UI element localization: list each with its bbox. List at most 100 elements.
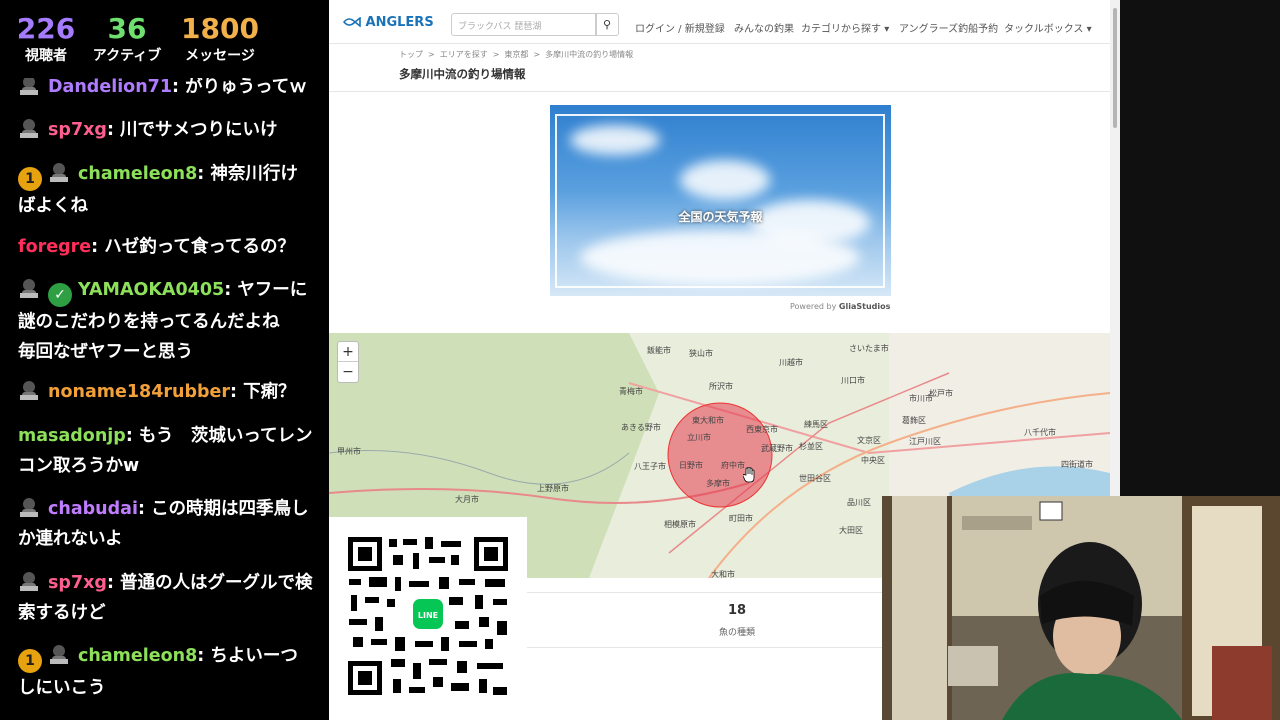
breadcrumb-top[interactable]: トップ <box>399 50 423 59</box>
fish-species-label: 魚の種類 <box>718 628 755 638</box>
zoom-out-button[interactable]: − <box>338 362 358 382</box>
breadcrumb-separator: > <box>428 50 435 59</box>
site-logo[interactable]: ANGLERS <box>342 15 434 30</box>
viewer-count: 226 視聴者 <box>14 12 78 66</box>
chat-text: 川でサメつりにいけ <box>120 120 278 140</box>
active-count-label: アクティブ <box>92 48 162 64</box>
powered-by: Powered by GliaStudios <box>790 302 890 311</box>
chat-message: masadonjp: もう 茨城いってレンコン取ろうかw <box>18 426 313 476</box>
map-label: 狭山市 <box>689 349 713 358</box>
message-count-value: 1800 <box>181 12 259 45</box>
hand-cursor-icon <box>743 467 755 483</box>
nav-tacklebox-label: タックルボックス <box>1004 24 1084 35</box>
fish-logo-icon <box>342 16 361 28</box>
background-panel <box>1120 0 1280 496</box>
map-label: 所沢市 <box>709 382 733 391</box>
search-input[interactable]: ブラックバス 琵琶湖 <box>451 13 597 36</box>
breadcrumb-area[interactable]: エリアを探す <box>440 50 488 59</box>
page-title: 多摩川中流の釣り場情報 <box>399 67 526 81</box>
map-label: 青梅市 <box>619 387 643 396</box>
breadcrumb-separator: > <box>492 50 500 59</box>
search-button[interactable]: ⚲ <box>595 13 619 36</box>
message-count-label: メッセージ <box>185 48 255 64</box>
map-label: 大月市 <box>455 495 479 504</box>
map-label: 府中市 <box>721 461 745 470</box>
map-label: 八王子市 <box>634 462 666 471</box>
logo-text: ANGLERS <box>365 15 434 30</box>
nav-category-label: カテゴリから探す <box>801 24 881 35</box>
map-label: 中央区 <box>861 456 885 465</box>
chat-username[interactable]: chabudai <box>48 499 138 519</box>
map-label: あきる野市 <box>621 423 661 432</box>
stream-stats: 226 視聴者 36 アクティブ 1800 メッセージ <box>0 0 329 78</box>
nav-booking[interactable]: アングラーズ釣船予約 <box>899 20 998 35</box>
chat-username[interactable]: noname184rubber <box>48 382 230 402</box>
map-label: 武蔵野市 <box>761 444 793 453</box>
chat-message: foregre: ハゼ釣って食ってるの？ <box>18 237 296 257</box>
streamer-webcam <box>882 496 1280 720</box>
powered-brand[interactable]: GliaStudios <box>839 302 890 311</box>
map-label: 飯能市 <box>647 346 671 355</box>
nav-login[interactable]: ログイン / 新規登録 <box>635 20 725 35</box>
chat-username[interactable]: chameleon8 <box>78 164 197 184</box>
fish-species-count: 18 <box>727 603 747 618</box>
nav-tacklebox[interactable]: タックルボックス ▾ <box>1004 20 1092 35</box>
map-label: 川口市 <box>841 376 865 385</box>
viewer-count-value: 226 <box>16 12 76 45</box>
chat-message: 1 chameleon8: 神奈川行けばよくね <box>18 159 314 221</box>
map-label: 品川区 <box>847 498 871 507</box>
chat-username[interactable]: chameleon8 <box>78 646 197 666</box>
chat-text: がりゅうってｗ <box>185 78 307 97</box>
map-label: 杉並区 <box>799 442 823 451</box>
chat-username[interactable]: sp7xg <box>48 120 107 140</box>
active-count-value: 36 <box>107 12 147 45</box>
search-icon: ⚲ <box>602 18 612 31</box>
scroll-thumb[interactable] <box>1113 8 1117 128</box>
chat-username[interactable]: masadonjp <box>18 426 126 446</box>
map-label: 練馬区 <box>804 420 828 429</box>
chat-username[interactable]: foregre <box>18 237 91 257</box>
map-label: 立川市 <box>687 433 711 442</box>
breadcrumb-tokyo[interactable]: 東京都 <box>504 50 528 59</box>
map-label: 四街道市 <box>1061 460 1093 469</box>
map-label: 東大和市 <box>692 416 724 425</box>
chat-text: 下痢？ <box>243 382 296 402</box>
user-avatar-icon <box>20 572 38 591</box>
member-badge-icon: 1 <box>18 649 42 673</box>
header-divider <box>329 91 1110 92</box>
chat-text: ハゼ釣って食ってるの？ <box>104 237 296 257</box>
map-label: 大和市 <box>711 570 735 578</box>
chat-message: sp7xg: 川でサメつりにいけ <box>18 115 314 145</box>
map-label: 松戸市 <box>929 389 953 398</box>
chat-username[interactable]: Dandelion71 <box>48 78 172 97</box>
active-count: 36 アクティブ <box>88 12 166 66</box>
chat-message: 1 chameleon8: ちよいーつしにいこう <box>18 641 314 703</box>
map-label: 大田区 <box>839 526 863 535</box>
weather-banner[interactable]: 全国の天気予報 <box>550 105 891 296</box>
caret-down-icon: ▾ <box>884 24 890 35</box>
map-label: 文京区 <box>857 436 881 445</box>
breadcrumb: トップ > エリアを探す > 東京都 > 多摩川中流の釣り場情報 <box>399 49 638 60</box>
chat-username[interactable]: sp7xg <box>48 573 107 593</box>
line-logo-text: LINE <box>418 611 438 620</box>
weather-banner-label: 全国の天気予報 <box>678 210 763 224</box>
map-label: 葛飾区 <box>902 416 926 425</box>
map-label: 八千代市 <box>1024 428 1056 437</box>
breadcrumb-current: 多摩川中流の釣り場情報 <box>545 50 634 59</box>
page-scrollbar[interactable] <box>1110 0 1120 496</box>
nav-catches[interactable]: みんなの釣果 <box>734 20 794 35</box>
chat-username[interactable]: YAMAOKA0405 <box>78 280 224 300</box>
viewer-count-label: 視聴者 <box>25 48 67 64</box>
map-label: 相模原市 <box>664 520 696 529</box>
zoom-in-button[interactable]: + <box>338 342 358 362</box>
chat-message: noname184rubber: 下痢？ <box>18 377 314 407</box>
map-label: 江戸川区 <box>909 437 941 446</box>
banner-frame <box>555 114 885 288</box>
stream-screen: 226 視聴者 36 アクティブ 1800 メッセージ Dandelion71:… <box>0 0 1280 720</box>
user-avatar-icon <box>20 498 38 517</box>
chat-message: Dandelion71: がりゅうってｗ <box>18 78 314 102</box>
map-label: 川越市 <box>779 358 803 367</box>
caret-down-icon: ▾ <box>1086 24 1092 35</box>
message-count: 1800 メッセージ <box>176 12 264 66</box>
nav-category[interactable]: カテゴリから探す ▾ <box>801 20 889 35</box>
